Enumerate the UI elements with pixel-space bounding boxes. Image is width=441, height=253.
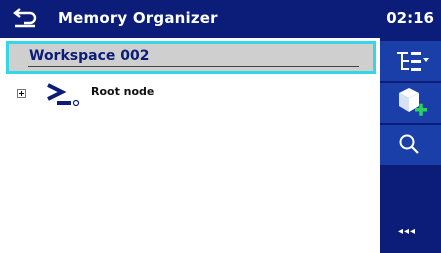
root-node-icon — [47, 83, 80, 107]
search-icon — [399, 134, 419, 154]
expand-icon[interactable] — [17, 89, 26, 98]
back-arrow-icon[interactable] — [12, 5, 38, 31]
tree-options-button[interactable] — [380, 41, 441, 81]
root-node-label: Root node — [91, 85, 155, 98]
header-bar: Memory Organizer 02:16 — [0, 0, 441, 38]
workspace-name: Workspace 002 — [29, 48, 150, 64]
more-button[interactable]: ◂◂◂ — [398, 226, 416, 237]
sidebar: ◂◂◂ — [380, 38, 441, 253]
search-button[interactable] — [380, 125, 441, 165]
add-structure-icon — [399, 88, 427, 116]
page-title: Memory Organizer — [58, 9, 218, 27]
workspace-selector[interactable]: Workspace 002 — [6, 41, 376, 74]
tree-options-icon — [397, 52, 429, 71]
workspace-underline — [28, 66, 359, 67]
add-structure-button[interactable] — [380, 83, 441, 123]
tree-node-root[interactable]: Root node — [0, 82, 370, 107]
clock: 02:16 — [386, 9, 434, 27]
